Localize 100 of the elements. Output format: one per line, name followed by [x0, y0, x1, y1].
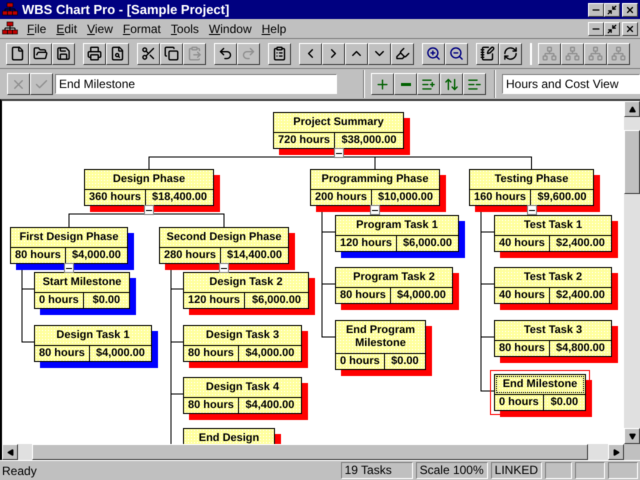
- collapse-toggle[interactable]: [526, 205, 536, 215]
- toolbar-button[interactable]: [29, 42, 52, 64]
- refresh-icon: [503, 46, 518, 61]
- task-hours: 80 hours: [184, 398, 239, 413]
- menu-item[interactable]: Edit: [51, 20, 82, 38]
- task-node[interactable]: Program Task 1 120 hours $6,000.00: [335, 215, 459, 252]
- minus-icon: [400, 82, 410, 86]
- collapse-toggle[interactable]: [334, 148, 344, 158]
- task-node[interactable]: Testing Phase 160 hours $9,600.00: [469, 169, 594, 206]
- window-button[interactable]: [588, 22, 604, 36]
- task-node[interactable]: First Design Phase 80 hours $4,000.00: [10, 227, 128, 264]
- status-panel: [608, 462, 638, 479]
- task-hours: 80 hours: [184, 346, 239, 361]
- task-node[interactable]: End Design: [183, 428, 275, 444]
- task-node[interactable]: Test Task 1 40 hours $2,400.00: [494, 215, 612, 252]
- add-child-icon: [421, 76, 436, 92]
- menu-item[interactable]: Help: [256, 20, 292, 38]
- task-cost: $18,400.00: [150, 190, 208, 205]
- task-node[interactable]: Design Task 4 80 hours $4,400.00: [183, 377, 302, 414]
- status-panel: Scale 100%: [416, 462, 488, 479]
- menu-item[interactable]: Format: [118, 20, 166, 38]
- toolbar-button[interactable]: [371, 73, 394, 95]
- task-cost: $0.00: [390, 354, 420, 369]
- task-node[interactable]: Programming Phase 200 hours $10,000.00: [310, 169, 440, 206]
- menu-item[interactable]: View: [82, 20, 118, 38]
- toolbar-button[interactable]: [322, 42, 345, 64]
- task-name: Project Summary: [292, 115, 385, 130]
- view-select[interactable]: Hours and Cost View: [502, 74, 640, 94]
- task-node[interactable]: Start Milestone 0 hours $0.00: [34, 272, 130, 309]
- task-node[interactable]: Design Task 2 120 hours $6,000.00: [183, 272, 309, 309]
- toolbar-button[interactable]: [268, 42, 291, 64]
- paste-icon: [187, 46, 202, 61]
- task-cost: $10,000.00: [376, 190, 434, 205]
- task-cost: $38,000.00: [340, 133, 398, 148]
- vertical-scrollbar[interactable]: [624, 101, 640, 460]
- scroll-thumb[interactable]: [624, 130, 640, 194]
- task-cost: $9,600.00: [536, 190, 588, 205]
- task-cost: $4,000.00: [94, 346, 146, 361]
- toolbar-button[interactable]: [214, 42, 237, 64]
- toolbar-button[interactable]: [345, 42, 368, 64]
- toolbar-button[interactable]: [417, 73, 440, 95]
- task-hours: 0 hours: [495, 395, 544, 410]
- task-node[interactable]: Second Design Phase 280 hours $14,400.00: [159, 227, 289, 264]
- menu-item[interactable]: File: [22, 20, 52, 38]
- task-cost: $2,400.00: [554, 236, 606, 251]
- window-button[interactable]: [604, 2, 620, 16]
- toolbar-button[interactable]: [422, 42, 445, 64]
- new-file-icon: [10, 46, 25, 61]
- copy-icon: [164, 46, 179, 61]
- task-node[interactable]: Project Summary 720 hours $38,000.00: [273, 112, 404, 149]
- window-button[interactable]: [588, 2, 604, 16]
- toolbar-button[interactable]: [83, 42, 106, 64]
- org-chart-icon: [542, 46, 557, 61]
- up-arrow-icon: [628, 106, 636, 112]
- toolbar-button[interactable]: [160, 42, 183, 64]
- task-name: First Design Phase: [18, 230, 120, 245]
- task-hours: 80 hours: [495, 341, 550, 356]
- task-cost: $0.00: [92, 293, 122, 308]
- remove-child-icon: [467, 76, 482, 92]
- collapse-toggle[interactable]: [144, 205, 154, 215]
- toolbar-button[interactable]: [106, 42, 129, 64]
- task-cost: $6,000.00: [402, 236, 453, 251]
- task-node[interactable]: Design Phase 360 hours $18,400.00: [84, 169, 214, 206]
- task-node[interactable]: Program Task 2 80 hours $4,000.00: [335, 267, 453, 304]
- collapse-toggle[interactable]: [370, 205, 380, 215]
- task-node[interactable]: Test Task 3 80 hours $4,800.00: [494, 320, 612, 357]
- window-button[interactable]: [622, 2, 638, 16]
- task-node[interactable]: Test Task 2 40 hours $2,400.00: [494, 267, 612, 304]
- window-button[interactable]: [622, 22, 638, 36]
- close-icon: [625, 24, 635, 34]
- toolbar-button[interactable]: [463, 73, 486, 95]
- undo-icon: [218, 46, 233, 61]
- toolbar-button[interactable]: [440, 73, 463, 95]
- toolbar-button[interactable]: [368, 42, 391, 64]
- collapse-toggle[interactable]: [64, 263, 74, 273]
- toolbar-button[interactable]: [6, 42, 29, 64]
- task-cost: $6,000.00: [251, 293, 302, 308]
- toolbar-button[interactable]: [476, 42, 499, 64]
- menu-item[interactable]: Tools: [166, 20, 204, 38]
- task-name: Program Task 1: [355, 218, 439, 233]
- toolbar-button[interactable]: [299, 42, 322, 64]
- task-name: Design Task 2: [208, 275, 284, 290]
- left-arrow-icon: [6, 448, 14, 456]
- task-node[interactable]: Design Task 3 80 hours $4,000.00: [183, 325, 302, 362]
- task-node[interactable]: Design Task 1 80 hours $4,000.00: [34, 325, 152, 362]
- toolbar-button[interactable]: [52, 42, 75, 64]
- toolbar-button[interactable]: [499, 42, 522, 64]
- toolbar-button[interactable]: [445, 42, 468, 64]
- task-hours: 80 hours: [336, 288, 391, 303]
- clipboard-icon: [272, 46, 287, 61]
- toolbar-button[interactable]: [394, 73, 417, 95]
- window-button[interactable]: [604, 22, 620, 36]
- toolbar-button[interactable]: [137, 42, 160, 64]
- task-name-field[interactable]: End Milestone: [55, 74, 337, 94]
- task-node[interactable]: End Program Milestone 0 hours $0.00: [335, 320, 426, 370]
- toolbar-button[interactable]: [391, 42, 414, 64]
- restore-icon: [607, 4, 617, 14]
- collapse-toggle[interactable]: [219, 263, 229, 273]
- task-hours: 720 hours: [274, 133, 335, 148]
- menu-item[interactable]: Window: [204, 20, 257, 38]
